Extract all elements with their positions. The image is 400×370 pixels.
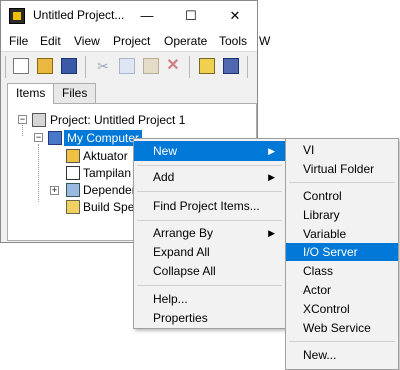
menu-item-help[interactable]: Help... <box>134 289 285 309</box>
tree-item-aktuator[interactable]: Aktuator <box>83 149 128 163</box>
build-icon[interactable] <box>199 58 215 74</box>
save-project-icon[interactable] <box>223 58 239 74</box>
project-icon <box>32 113 46 127</box>
menu-item-add[interactable]: Add ▶ <box>134 167 285 187</box>
tab-files[interactable]: Files <box>53 83 97 103</box>
submenu-arrow-icon: ▶ <box>268 228 275 238</box>
menu-separator <box>137 220 282 221</box>
open-folder-icon[interactable] <box>37 58 53 74</box>
dependencies-icon <box>66 183 80 197</box>
submenu-item-xcontrol[interactable]: XControl <box>286 300 398 318</box>
toolbar-separator <box>247 56 248 78</box>
paste-icon[interactable] <box>143 58 159 74</box>
collapse-project-toggle[interactable]: − <box>18 115 27 124</box>
submenu-arrow-icon: ▶ <box>268 146 275 156</box>
submenu-item-class[interactable]: Class <box>286 262 398 280</box>
menu-item-new[interactable]: New ▶ <box>134 141 285 161</box>
expand-dependencies-toggle[interactable]: + <box>50 186 59 195</box>
vi-icon <box>66 166 80 180</box>
submenu-arrow-icon: ▶ <box>268 172 275 182</box>
delete-icon[interactable]: ✕ <box>165 58 181 74</box>
save-all-icon[interactable] <box>61 58 77 74</box>
menu-item-find-project-items[interactable]: Find Project Items... <box>134 196 285 216</box>
submenu-item-library[interactable]: Library <box>286 206 398 224</box>
menu-item-properties[interactable]: Properties <box>134 308 285 328</box>
toolbar-grip <box>5 56 6 78</box>
new-file-icon[interactable] <box>13 58 29 74</box>
menu-item-arrange-by[interactable]: Arrange By ▶ <box>134 223 285 243</box>
maximize-button[interactable]: ☐ <box>171 1 211 31</box>
computer-icon <box>48 131 62 145</box>
submenu-item-variable[interactable]: Variable <box>286 225 398 243</box>
title-bar[interactable]: Untitled Project... — ☐ ✕ <box>1 1 257 31</box>
close-button[interactable]: ✕ <box>215 1 255 31</box>
menu-edit[interactable]: Edit <box>40 34 61 48</box>
tree-item-dependencies[interactable]: Dependen <box>83 183 138 197</box>
menu-item-expand-all[interactable]: Expand All <box>134 242 285 262</box>
window-title: Untitled Project... <box>33 8 125 22</box>
toolbar-separator <box>189 56 190 78</box>
cut-icon[interactable]: ✂ <box>95 58 111 74</box>
new-submenu: VI Virtual Folder Control Library Variab… <box>285 138 399 370</box>
submenu-item-new[interactable]: New... <box>286 346 398 364</box>
tab-items[interactable]: Items <box>7 83 55 104</box>
context-menu: New ▶ Add ▶ Find Project Items... Arrang… <box>133 138 286 329</box>
submenu-item-virtual-folder[interactable]: Virtual Folder <box>286 160 398 178</box>
submenu-item-vi[interactable]: VI <box>286 141 398 159</box>
minimize-button[interactable]: — <box>127 1 167 31</box>
submenu-item-control[interactable]: Control <box>286 187 398 205</box>
menu-separator <box>137 191 282 192</box>
menu-file[interactable]: File <box>9 34 28 48</box>
toolbar-separator <box>85 56 86 78</box>
menu-separator <box>137 285 282 286</box>
menu-separator <box>137 165 282 166</box>
tree-item-tampilan[interactable]: Tampilan <box>83 166 131 180</box>
copy-icon[interactable] <box>119 58 135 74</box>
menu-window[interactable]: W <box>259 34 270 48</box>
menu-operate[interactable]: Operate <box>164 34 207 48</box>
tree-my-computer[interactable]: My Computer <box>64 130 143 146</box>
toolbar: ✂ ✕ <box>1 51 257 82</box>
menu-item-collapse-all[interactable]: Collapse All <box>134 261 285 281</box>
submenu-item-web-service[interactable]: Web Service <box>286 319 398 337</box>
tree-project-label[interactable]: Project: Untitled Project 1 <box>50 113 185 127</box>
menu-project[interactable]: Project <box>113 34 150 48</box>
submenu-item-actor[interactable]: Actor <box>286 281 398 299</box>
vi-icon <box>66 149 80 163</box>
submenu-item-io-server[interactable]: I/O Server <box>286 243 398 261</box>
collapse-computer-toggle[interactable]: − <box>34 133 43 142</box>
menu-tools[interactable]: Tools <box>219 34 247 48</box>
tree-item-build-specifications[interactable]: Build Spe <box>83 200 134 214</box>
labview-project-icon <box>9 8 25 24</box>
menu-bar: File Edit View Project Operate Tools W <box>1 31 270 51</box>
menu-separator <box>289 182 395 183</box>
menu-separator <box>289 341 395 342</box>
menu-view[interactable]: View <box>74 34 100 48</box>
tab-strip: Items Files <box>1 81 257 104</box>
build-specifications-icon <box>66 200 80 214</box>
